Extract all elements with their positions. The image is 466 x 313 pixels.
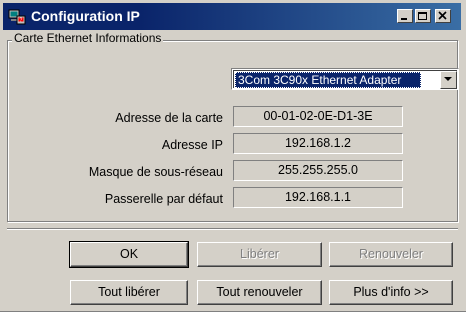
window-title: Configuration IP: [31, 8, 140, 24]
default-gateway-value: 192.168.1.1: [233, 187, 403, 208]
renew-all-button[interactable]: Tout renouveler: [197, 280, 322, 305]
maximize-button[interactable]: [415, 9, 431, 23]
release-button[interactable]: Libérer: [197, 242, 322, 267]
adapter-select-value: 3Com 3C90x Ethernet Adapter: [235, 72, 421, 88]
close-icon: [438, 11, 447, 20]
ip-address-value: 192.168.1.2: [233, 133, 403, 154]
default-gateway-label: Passerelle par défaut: [104, 192, 223, 206]
ok-button[interactable]: OK: [69, 241, 189, 268]
network-computer-icon: ?: [8, 9, 26, 25]
svg-text:?: ?: [20, 18, 23, 24]
close-button[interactable]: [435, 9, 451, 23]
adapter-address-value: 00-01-02-0E-D1-3E: [233, 106, 403, 127]
ip-address-label: Adresse IP: [161, 138, 223, 152]
title-bar[interactable]: ? Configuration IP: [3, 3, 461, 30]
separator: [7, 228, 458, 230]
minimize-icon: [401, 18, 407, 20]
chevron-down-icon: [444, 77, 452, 81]
subnet-mask-label: Masque de sous-réseau: [88, 165, 223, 179]
adapter-select-well: 3Com 3C90x Ethernet Adapter: [233, 70, 457, 89]
more-info-button[interactable]: Plus d'info >>: [329, 280, 453, 305]
groupbox-legend: Carte Ethernet Informations: [12, 31, 164, 45]
maximize-icon: [418, 12, 427, 20]
renew-button[interactable]: Renouveler: [329, 242, 453, 267]
adapter-select[interactable]: 3Com 3C90x Ethernet Adapter: [231, 68, 459, 90]
ip-config-window: ? Configuration IP Carte Ethernet Inform…: [0, 0, 466, 313]
adapter-address-label: Adresse de la carte: [115, 111, 223, 125]
dropdown-button[interactable]: [440, 71, 457, 89]
release-all-button[interactable]: Tout libérer: [70, 280, 188, 305]
minimize-button[interactable]: [397, 9, 413, 23]
subnet-mask-value: 255.255.255.0: [233, 160, 403, 181]
